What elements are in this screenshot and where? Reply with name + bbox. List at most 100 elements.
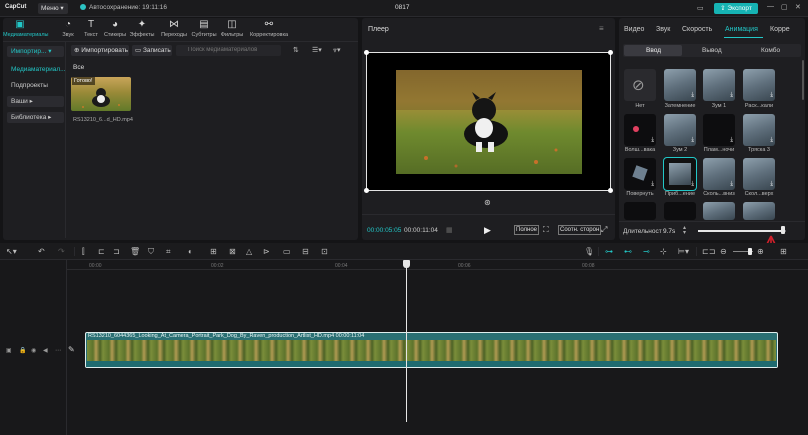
eye-icon[interactable]: ◉ — [31, 347, 36, 354]
subtitle-track-icon[interactable]: ▭ — [283, 247, 291, 256]
mirror-icon[interactable]: ◐ — [188, 247, 193, 256]
tab-correction[interactable]: Корре — [770, 26, 790, 33]
flip-icon[interactable]: ⊳ — [263, 247, 270, 256]
export-button[interactable]: ⇪ Экспорт — [714, 3, 758, 14]
tab-animation[interactable]: Анимация — [725, 26, 758, 33]
tab-transitions[interactable]: ⋈ Переходы — [159, 19, 189, 38]
tab-video[interactable]: Видео — [624, 26, 644, 33]
redo-icon[interactable]: ↷ — [58, 247, 65, 256]
animation-fade[interactable]: ⤓ — [664, 69, 696, 101]
rotate-clip-icon[interactable]: △ — [246, 247, 252, 256]
screenshot-icon[interactable]: ⛶ — [543, 225, 549, 235]
animation-slide-up[interactable]: ⤓ — [743, 158, 775, 190]
timecode-icon[interactable]: ▦ — [446, 226, 453, 234]
animation-item[interactable] — [743, 202, 775, 220]
zoom-out-icon[interactable]: ⊖ — [720, 247, 727, 256]
rotate-icon[interactable]: ⊛ — [484, 198, 491, 207]
marker-icon[interactable]: ⛉ — [148, 247, 154, 257]
search-input[interactable] — [176, 45, 281, 56]
aspect-ratio-button[interactable]: Соотн. сторон — [558, 225, 602, 235]
sidebar-item-media[interactable]: Медиаматериал... — [7, 64, 66, 75]
segment-out[interactable]: Вывод — [702, 47, 722, 54]
menu-button[interactable]: Меню ▾ — [38, 3, 68, 14]
freeze-icon[interactable]: ⊠ — [229, 247, 236, 256]
tab-sound[interactable]: Звук — [656, 26, 670, 33]
preview-axis-icon[interactable]: ⊸ — [643, 247, 650, 256]
animation-item[interactable] — [664, 202, 696, 220]
scrollbar[interactable] — [802, 60, 804, 100]
full-quality-button[interactable]: Полное — [514, 225, 540, 235]
filter-funnel-icon[interactable]: ⩔▾ — [333, 46, 340, 55]
timeline-ruler[interactable] — [67, 260, 808, 270]
animation-magic[interactable]: ⤓ — [624, 114, 656, 146]
animation-zoom-1[interactable]: ⤓ — [703, 69, 735, 101]
sidebar-item-yours[interactable]: Ваши ▸ — [7, 96, 64, 107]
image-icon[interactable]: ⊟ — [302, 247, 309, 256]
layout-icon[interactable]: ▭ — [697, 4, 704, 12]
sidebar-item-library[interactable]: Библиотека ▸ — [7, 112, 64, 123]
animation-item[interactable] — [624, 202, 656, 220]
animation-approach[interactable]: ⤓ — [663, 157, 697, 191]
fit-icon[interactable]: ⊡ — [321, 247, 328, 256]
playhead-line[interactable] — [406, 262, 407, 422]
play-icon[interactable]: ▶ — [484, 225, 491, 236]
delete-icon[interactable]: 🗑 — [130, 247, 140, 256]
split-left-icon[interactable]: ⊏ — [98, 247, 105, 256]
tab-stickers[interactable]: ◕ Стикеры — [100, 19, 130, 38]
undo-icon[interactable]: ↶ — [38, 247, 45, 256]
tab-filters[interactable]: ◫ Фильтры — [217, 19, 247, 38]
edit-icon[interactable]: ✎ — [68, 345, 75, 354]
resize-handle[interactable] — [364, 50, 369, 55]
timeline-settings-icon[interactable]: ⊞ — [780, 247, 787, 256]
player-menu-icon[interactable]: ≡ — [599, 24, 604, 33]
import-button[interactable]: ⊕ Импортировать — [71, 45, 129, 56]
split-right-icon[interactable]: ⊐ — [113, 247, 120, 256]
align-icon[interactable]: ⊨▾ — [678, 247, 689, 256]
animation-none[interactable]: ⊘ — [624, 69, 656, 101]
fullscreen-icon[interactable]: ⤢ — [601, 225, 607, 235]
crop-icon[interactable]: ⌗ — [166, 247, 171, 257]
sidebar-item-import[interactable]: Импортир... ▾ — [7, 46, 64, 57]
animation-slide-down[interactable]: ⤓ — [703, 158, 735, 190]
split-icon[interactable]: ⫿ — [82, 247, 85, 257]
sort-icon[interactable]: ⇅ — [293, 46, 299, 54]
segment-in[interactable]: Ввод — [646, 47, 661, 54]
microphone-icon[interactable]: 🎙 — [584, 247, 594, 256]
lock-icon[interactable]: 🔒 — [19, 347, 26, 354]
animation-swing[interactable]: ⤓ — [743, 69, 775, 101]
minimize-icon[interactable]: — — [767, 3, 774, 10]
snap-icon[interactable]: ⊹ — [660, 247, 667, 256]
tab-media[interactable]: ▣ Медиаматериалы — [3, 19, 49, 38]
magnet-icon[interactable]: ⊶ — [605, 247, 613, 256]
animation-rotate[interactable]: ⤓ — [624, 158, 656, 190]
tab-speed[interactable]: Скорость — [682, 26, 712, 33]
track-cover-icon[interactable]: ▣ — [6, 347, 12, 354]
animation-shake-3[interactable]: ⤓ — [743, 114, 775, 146]
animation-night-flame[interactable]: ⤓ — [703, 114, 735, 146]
speaker-icon[interactable]: ◀ — [43, 347, 48, 354]
segment-combo[interactable]: Комбо — [761, 47, 780, 54]
more-icon[interactable]: ⋯ — [55, 347, 61, 354]
close-icon[interactable]: ✕ — [795, 3, 801, 11]
maximize-icon[interactable]: ▢ — [781, 3, 788, 11]
tab-effects[interactable]: ✦ Эффекты — [127, 19, 157, 38]
link-icon[interactable]: ⊷ — [624, 247, 632, 256]
animation-zoom-2[interactable]: ⤓ — [664, 114, 696, 146]
zoom-slider-thumb[interactable] — [748, 248, 752, 255]
select-tool-icon[interactable]: ↖▾ — [6, 247, 17, 256]
playhead-handle[interactable] — [403, 260, 410, 268]
record-button[interactable]: ▭ Записать — [132, 45, 172, 56]
list-view-icon[interactable]: ☰▾ — [312, 46, 322, 54]
zoom-in-icon[interactable]: ⊕ — [757, 247, 764, 256]
resize-handle[interactable] — [364, 188, 369, 193]
sidebar-item-subprojects[interactable]: Подпроекты — [7, 80, 64, 91]
reverse-icon[interactable]: ⊞ — [210, 247, 217, 256]
stepper-icon[interactable]: ▴ ▾ — [683, 225, 686, 236]
tab-adjust[interactable]: ⚯ Корректировка — [248, 19, 290, 38]
zoom-fit-icon[interactable]: ⊏⊐ — [702, 247, 715, 256]
animation-item[interactable] — [703, 202, 735, 220]
duration-value[interactable]: 9.7s — [663, 228, 675, 235]
resize-handle[interactable] — [608, 188, 613, 193]
resize-handle[interactable] — [608, 50, 613, 55]
tab-subtitles[interactable]: ▤ Субтитры — [189, 19, 219, 38]
